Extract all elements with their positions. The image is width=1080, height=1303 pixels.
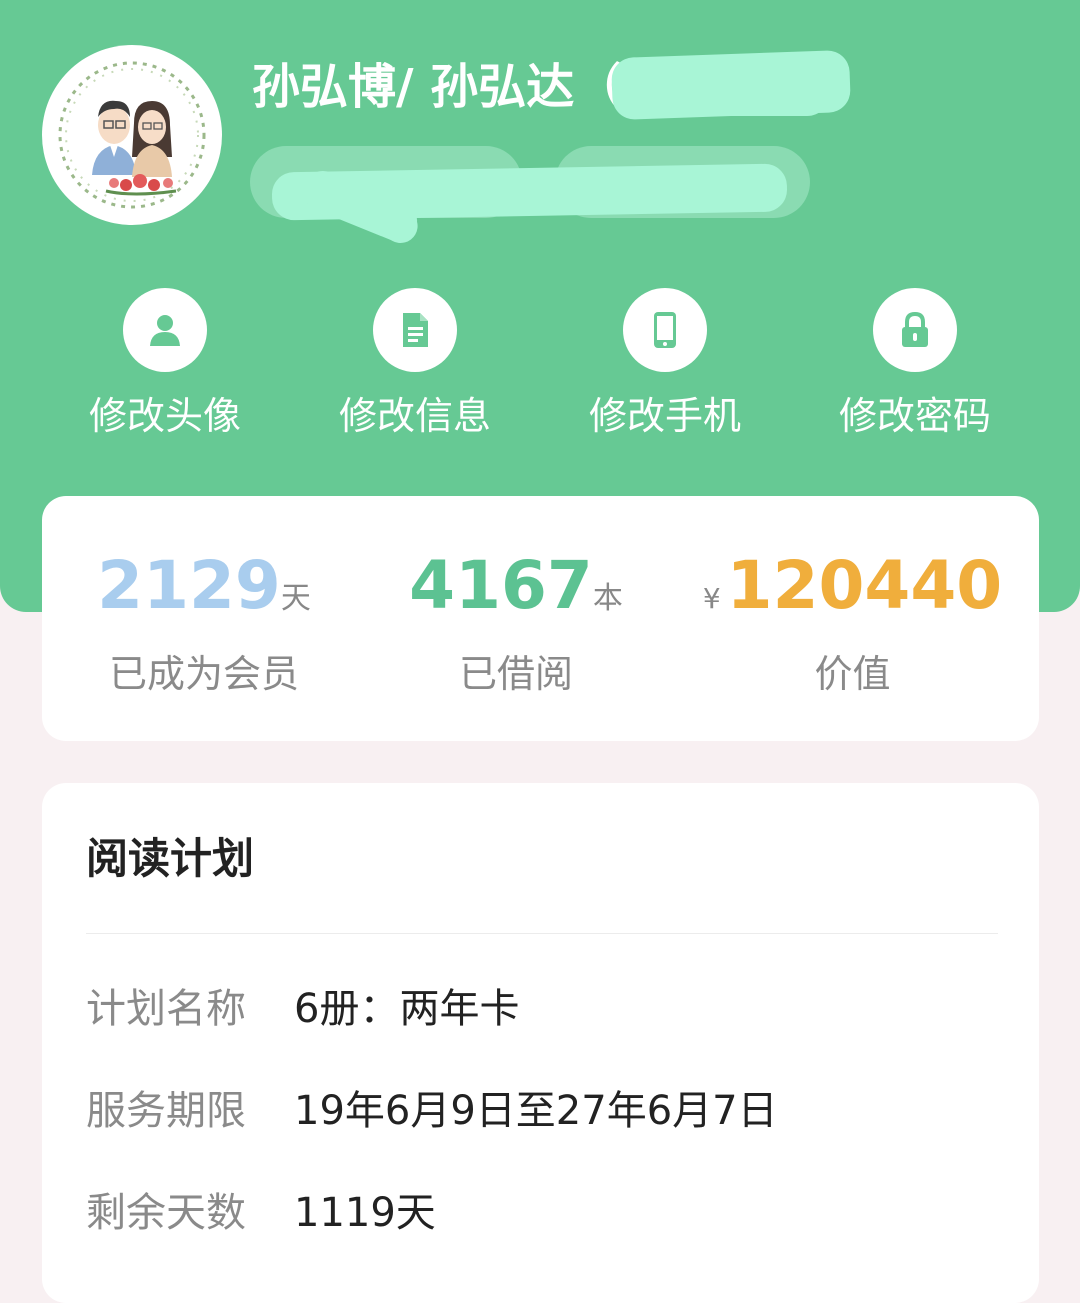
plan-row-period: 服务期限 19年6月9日至27年6月7日 [86, 1081, 986, 1141]
lock-icon [873, 288, 957, 372]
phone-icon [623, 288, 707, 372]
avatar-illustration [44, 47, 220, 223]
borrowed-label: 已借阅 [458, 652, 573, 696]
member-days-value: 2129 [97, 547, 281, 624]
document-icon [373, 288, 457, 372]
plan-row-name: 计划名称 6册：两年卡 [86, 979, 986, 1039]
worth-label: 价值 [814, 652, 891, 696]
user-name: 孙弘博/ 孙弘达（ [252, 59, 623, 115]
user-icon [123, 288, 207, 372]
reading-plan-card: 阅读计划 计划名称 6册：两年卡 服务期限 19年6月9日至27年6月7日 剩余… [42, 783, 1039, 1303]
edit-password-label: 修改密码 [838, 394, 991, 438]
plan-key: 剩余天数 [86, 1190, 246, 1236]
worth-currency: ¥ [702, 582, 721, 615]
edit-avatar-button[interactable]: 修改头像 [40, 288, 290, 448]
stat-borrowed: 4167本 已借阅 [366, 546, 666, 716]
member-days-unit: 天 [280, 581, 311, 616]
redaction-mark [630, 70, 830, 116]
profile-actions: 修改头像 修改信息 修改手机 修改密码 [0, 288, 1080, 448]
divider [86, 933, 998, 934]
stat-member-days: 2129天 已成为会员 [42, 546, 366, 716]
edit-phone-label: 修改手机 [588, 394, 741, 438]
borrowed-unit: 本 [592, 581, 623, 616]
edit-avatar-label: 修改头像 [88, 394, 241, 438]
plan-row-remaining: 剩余天数 1119天 [86, 1183, 986, 1243]
plan-value: 1119天 [294, 1190, 436, 1236]
edit-phone-button[interactable]: 修改手机 [540, 288, 790, 448]
borrowed-value: 4167 [409, 547, 593, 624]
plan-key: 服务期限 [86, 1088, 246, 1134]
plan-key: 计划名称 [86, 986, 246, 1032]
member-days-label: 已成为会员 [108, 652, 299, 696]
plan-value: 19年6月9日至27年6月7日 [294, 1088, 778, 1134]
reading-plan-title: 阅读计划 [86, 834, 255, 883]
user-avatar[interactable] [42, 45, 222, 225]
worth-value: 120440 [726, 547, 1003, 624]
edit-info-label: 修改信息 [338, 394, 491, 438]
edit-password-button[interactable]: 修改密码 [790, 288, 1040, 448]
stats-card: 2129天 已成为会员 4167本 已借阅 ¥120440 价值 [42, 496, 1039, 741]
plan-value: 6册：两年卡 [294, 986, 520, 1032]
stat-worth: ¥120440 价值 [666, 546, 1039, 716]
edit-info-button[interactable]: 修改信息 [290, 288, 540, 448]
